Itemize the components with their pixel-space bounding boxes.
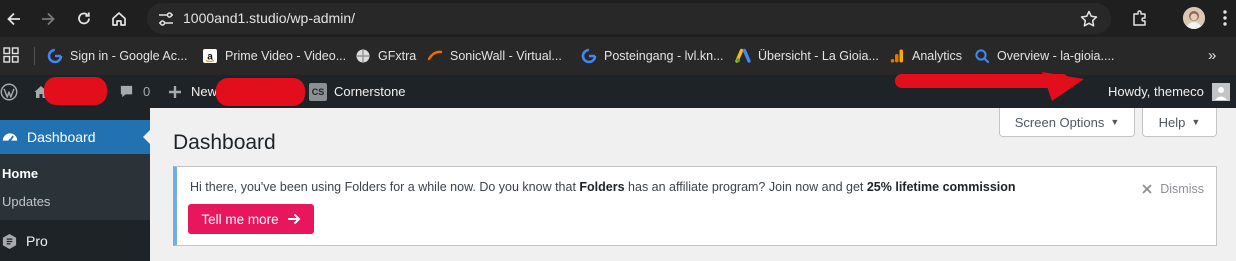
caret-down-icon: ▼ bbox=[1110, 117, 1120, 127]
dismiss-button[interactable]: Dismiss bbox=[1142, 182, 1204, 196]
help-button[interactable]: Help ▼ bbox=[1142, 108, 1217, 137]
tell-me-more-button[interactable]: Tell me more bbox=[188, 204, 314, 234]
dashboard-gauge-icon bbox=[2, 133, 18, 143]
google-icon bbox=[581, 48, 597, 64]
avatar-placeholder-icon bbox=[1214, 86, 1227, 100]
reload-icon bbox=[78, 12, 90, 25]
site-settings-icon[interactable] bbox=[157, 10, 175, 28]
howdy-greeting: Howdy, themeco bbox=[1108, 84, 1204, 99]
profile-avatar[interactable] bbox=[1183, 7, 1205, 29]
submenu-home[interactable]: Home bbox=[2, 166, 38, 181]
cornerstone-label: Cornerstone bbox=[334, 84, 406, 99]
current-menu-arrow bbox=[143, 129, 151, 145]
wp-admin-bar: 0 New CS Cornerstone Howdy, themeco bbox=[0, 72, 1236, 108]
new-content-menu[interactable]: New bbox=[168, 75, 217, 108]
back-arrow-icon bbox=[7, 12, 20, 26]
comments-menu[interactable]: 0 bbox=[119, 75, 150, 108]
sidebar-item-label: Pro bbox=[26, 233, 48, 249]
plus-icon bbox=[169, 85, 181, 98]
bookmark-gfxtra[interactable]: GFxtra bbox=[355, 47, 416, 65]
bookmark-posteingang[interactable]: Posteingang - lvl.kn... bbox=[581, 47, 724, 65]
google-icon bbox=[47, 48, 63, 64]
reload-button[interactable] bbox=[71, 6, 97, 32]
close-icon bbox=[1142, 184, 1152, 194]
address-bar[interactable]: 1000and1.studio/wp-admin/ bbox=[147, 3, 1111, 34]
pro-hexagon-icon bbox=[2, 233, 17, 249]
caret-down-icon: ▼ bbox=[1191, 117, 1201, 127]
bookmark-star-icon[interactable] bbox=[1079, 9, 1099, 29]
cornerstone-icon: CS bbox=[309, 82, 327, 101]
folders-affiliate-notice: Hi there, you've been using Folders for … bbox=[173, 166, 1217, 246]
comment-bubble-icon bbox=[120, 85, 133, 98]
sidebar-item-label: Dashboard bbox=[27, 129, 96, 145]
bookmarks-separator bbox=[34, 47, 35, 65]
analytics-icon bbox=[889, 48, 905, 64]
sonicwall-icon bbox=[427, 48, 443, 64]
forward-button[interactable] bbox=[35, 6, 61, 32]
submenu-updates[interactable]: Updates bbox=[2, 194, 50, 209]
google-ads-icon bbox=[735, 48, 751, 64]
amazon-icon: a bbox=[202, 48, 218, 64]
page-title: Dashboard bbox=[173, 131, 276, 154]
browser-menu-icon[interactable] bbox=[1222, 9, 1228, 27]
wordpress-logo-menu[interactable] bbox=[0, 75, 22, 108]
home-icon bbox=[112, 12, 126, 26]
arrow-right-icon bbox=[287, 213, 301, 225]
bookmark-uebersicht[interactable]: Übersicht - La Gioia... bbox=[735, 47, 879, 65]
home-button[interactable] bbox=[106, 6, 132, 32]
bookmark-google-signin[interactable]: Sign in - Google Ac... bbox=[47, 47, 187, 65]
cornerstone-menu[interactable]: CS Cornerstone bbox=[309, 75, 406, 108]
redaction-mark bbox=[44, 77, 107, 105]
bookmark-overview[interactable]: Overview - la-gioia.... bbox=[974, 47, 1114, 65]
my-account-menu[interactable]: Howdy, themeco bbox=[1108, 75, 1230, 108]
forward-arrow-icon bbox=[42, 12, 55, 26]
dashboard-submenu: Home Updates bbox=[0, 154, 150, 220]
profile-photo-icon bbox=[1183, 7, 1205, 29]
bookmark-sonicwall[interactable]: SonicWall - Virtual... bbox=[427, 47, 562, 65]
redaction-scribble-arrow bbox=[895, 72, 1084, 101]
comments-count: 0 bbox=[143, 84, 151, 99]
more-bookmarks-chevron-icon[interactable]: » bbox=[1208, 47, 1216, 64]
bookmark-prime-video[interactable]: a Prime Video - Video... bbox=[202, 47, 346, 65]
notice-message: Hi there, you've been using Folders for … bbox=[190, 180, 1016, 194]
bookmark-analytics[interactable]: Analytics bbox=[889, 47, 962, 65]
new-label: New bbox=[191, 84, 218, 99]
redaction-mark bbox=[216, 78, 305, 106]
wordpress-logo-icon bbox=[0, 83, 18, 100]
browser-toolbar: 1000and1.studio/wp-admin/ bbox=[0, 0, 1236, 37]
search-console-icon bbox=[974, 48, 990, 64]
sidebar-item-pro[interactable]: Pro bbox=[0, 226, 150, 256]
screen-options-button[interactable]: Screen Options ▼ bbox=[999, 108, 1135, 137]
gfxtra-icon bbox=[355, 48, 371, 64]
extensions-icon[interactable] bbox=[1130, 8, 1150, 28]
user-avatar bbox=[1211, 82, 1230, 101]
admin-sidebar: Dashboard Home Updates Pro bbox=[0, 108, 151, 261]
apps-grid-icon[interactable] bbox=[2, 46, 20, 64]
back-button[interactable] bbox=[1, 6, 27, 32]
sidebar-item-dashboard[interactable]: Dashboard bbox=[0, 120, 151, 154]
url-text[interactable]: 1000and1.studio/wp-admin/ bbox=[183, 10, 355, 26]
